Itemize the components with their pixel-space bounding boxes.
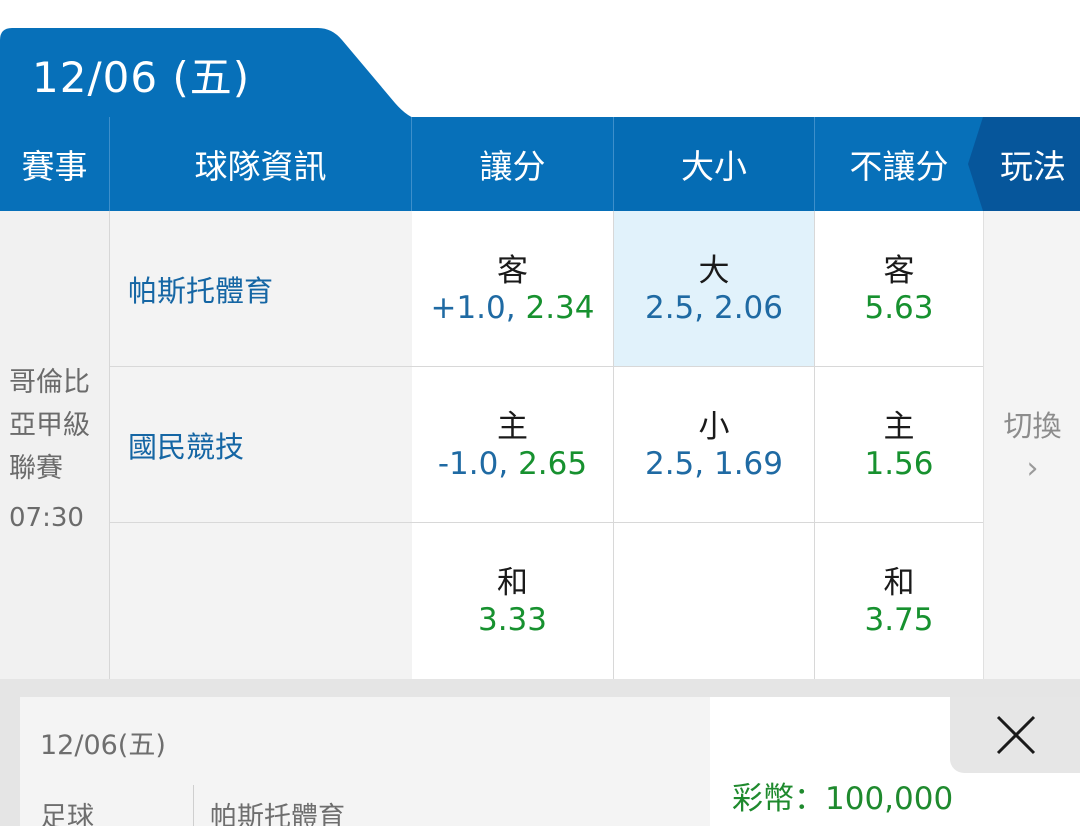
match-time: 07:30 xyxy=(9,503,84,533)
handicap-home-odds[interactable]: 主 -1.0, 2.65 xyxy=(412,367,614,523)
odds-label: 和 xyxy=(883,565,915,601)
odds-label: 大 xyxy=(698,253,730,289)
under-odds[interactable]: 小 2.5, 1.69 xyxy=(614,367,815,523)
close-icon-glyph xyxy=(996,715,1036,755)
odds-label: 小 xyxy=(698,409,730,445)
switch-button[interactable]: 切換 › xyxy=(983,211,1080,679)
handicap-away-odds[interactable]: 客 +1.0, 2.34 xyxy=(412,211,614,367)
odds-price: 1.56 xyxy=(864,446,934,482)
play-tab[interactable]: 玩法 xyxy=(968,117,1080,211)
over-odds[interactable]: 大 2.5, 2.06 xyxy=(614,211,815,367)
odds-price: 3.75 xyxy=(864,602,934,638)
bet-date: 12/06(五) xyxy=(40,730,166,761)
bet-team: 帕斯托體育 xyxy=(210,802,345,826)
header-team-info: 球隊資訊 xyxy=(110,117,412,211)
coin-balance: 彩幣：100,000 xyxy=(732,781,954,817)
draw-row-team xyxy=(110,523,412,679)
date-tab: 12/06 (五) xyxy=(0,28,420,120)
header-over-under: 大小 xyxy=(614,117,815,211)
moneyline-draw-odds[interactable]: 和 3.75 xyxy=(815,523,983,679)
odds-price: 2.06 xyxy=(713,290,784,326)
odds-label: 和 xyxy=(497,565,528,601)
bet-sport: 足球 xyxy=(40,802,94,826)
over-under-empty-cell xyxy=(614,523,815,679)
odds-label: 客 xyxy=(883,253,915,289)
odds-line: 2.5, xyxy=(644,446,705,482)
odds-label: 客 xyxy=(497,253,528,289)
header-moneyline: 不讓分 xyxy=(849,147,949,186)
team-column: 帕斯托體育 國民競技 xyxy=(110,211,412,679)
bet-divider xyxy=(193,785,194,826)
header-handicap: 讓分 xyxy=(412,117,614,211)
chevron-right-icon: › xyxy=(1026,451,1039,486)
odds-price: 2.34 xyxy=(525,290,595,326)
odds-line: -1.0, xyxy=(437,446,509,482)
date-label: 12/06 (五) xyxy=(32,53,251,102)
odds-label: 主 xyxy=(883,409,915,445)
moneyline-home-odds[interactable]: 主 1.56 xyxy=(815,367,983,523)
odds-price: 2.65 xyxy=(518,446,588,482)
odds-price: 5.63 xyxy=(864,290,934,326)
league-column: 哥倫比亞甲級聯賽 07:30 xyxy=(0,211,110,679)
league-name: 哥倫比亞甲級聯賽 xyxy=(9,367,90,484)
switch-label: 切換 xyxy=(1003,409,1062,443)
bet-slip-card: 12/06(五) 足球 帕斯托體育 xyxy=(20,697,710,826)
away-team: 帕斯托體育 xyxy=(110,211,412,367)
moneyline-away-odds[interactable]: 客 5.63 xyxy=(815,211,983,367)
odds-price: 3.33 xyxy=(477,602,548,638)
odds-price: 1.69 xyxy=(713,446,784,482)
odds-line: 2.5, xyxy=(644,290,705,326)
home-team: 國民競技 xyxy=(110,367,412,523)
table-header: 賽事 球隊資訊 讓分 大小 不讓分 xyxy=(0,117,1080,211)
handicap-draw-odds[interactable]: 和 3.33 xyxy=(412,523,614,679)
odds-line: +1.0, xyxy=(430,290,516,326)
bet-slip-panel: 12/06(五) 足球 帕斯托體育 彩幣：100,000 xyxy=(0,679,1080,826)
header-event: 賽事 xyxy=(0,117,110,211)
odds-table: 哥倫比亞甲級聯賽 07:30 帕斯托體育 國民競技 客 +1.0, 2.34 主… xyxy=(0,211,1080,679)
odds-label: 主 xyxy=(497,409,528,445)
close-icon[interactable] xyxy=(990,709,1042,761)
